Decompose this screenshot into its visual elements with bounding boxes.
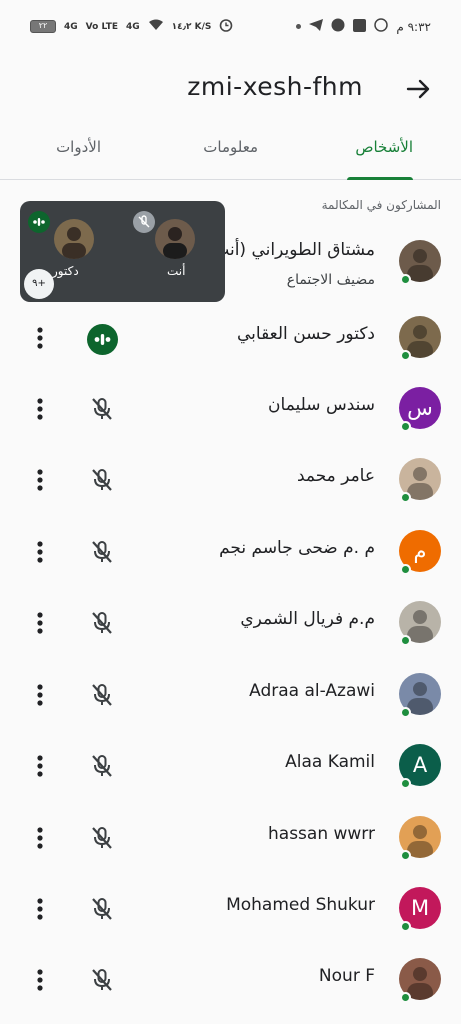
mic-off-icon [88,824,116,852]
participant-name: Nour F [318,966,375,986]
online-status-icon [400,992,411,1003]
more-options-icon[interactable] [34,824,46,852]
participant-name: سندس سليمان [268,395,375,415]
self-tile-label: أنت [167,264,186,278]
participant-name: م .م ضحى جاسم نجم [219,538,375,558]
tab-people[interactable]: الأشخاص [355,138,413,156]
volte-indicator: Vo LTE [85,21,118,32]
online-status-icon [400,350,411,361]
wifi-icon [148,19,164,34]
tab-bar: الأشخاص معلومات الأدوات [0,128,461,180]
more-options-icon[interactable] [34,895,46,923]
participant-name: Adraa al-Azawi [249,681,375,701]
whatsapp-icon [374,18,389,35]
mic-off-icon [88,609,116,637]
app-icon [331,18,345,35]
online-status-icon [400,274,411,285]
mic-off-icon [88,966,116,994]
network-4g-indicator-2: 4G [125,21,140,32]
participant-row[interactable]: Nour F [0,946,461,1018]
more-options-icon[interactable] [34,466,46,494]
participant-name: دكتور حسن العقابي [237,324,375,344]
more-options-icon[interactable] [34,538,46,566]
participant-name: Mohamed Shukur [226,895,375,915]
tab-info[interactable]: معلومات [203,138,258,156]
mic-off-icon [88,538,116,566]
mic-off-icon [88,395,116,423]
more-options-icon[interactable] [34,324,46,352]
network-4g-indicator: 4G [64,21,78,32]
participant-row[interactable]: Adraa al-Azawi [0,661,461,733]
online-status-icon [400,850,411,861]
online-status-icon [400,421,411,432]
floating-call-preview[interactable]: أنت دكتور ٩+ [20,201,225,302]
alarm-icon [219,18,233,35]
more-options-icon[interactable] [34,752,46,780]
active-tab-indicator [347,177,413,180]
online-status-icon [400,635,411,646]
header: zmi-xesh-fhm [0,60,461,116]
more-participants-badge: ٩+ [24,269,54,299]
status-bar: ٢٢ 4G Vo LTE 4G ١٤٫٢ K/S ٩:٣٢ م [0,0,461,50]
back-arrow-icon[interactable] [403,74,433,104]
participant-row[interactable]: hassan wwrr [0,804,461,876]
meeting-code-title: zmi-xesh-fhm [187,72,363,101]
mic-off-icon [88,895,116,923]
other-participant-tile [54,219,94,259]
facebook-icon [353,18,367,35]
mic-off-icon [88,466,116,494]
more-options-icon[interactable] [34,966,46,994]
telegram-icon [309,19,324,34]
more-options-icon[interactable] [34,609,46,637]
mic-off-icon [88,752,116,780]
participant-name: عامر محمد [296,466,375,486]
online-status-icon [400,921,411,932]
more-options-icon[interactable] [34,395,46,423]
online-status-icon [400,564,411,575]
self-muted-icon [133,211,155,233]
participant-row[interactable]: A Alaa Kamil [0,732,461,804]
participant-name: Alaa Kamil [285,752,375,772]
participant-row[interactable]: M Mohamed Shukur [0,875,461,947]
participant-row[interactable]: دكتور حسن العقابي [0,304,461,376]
participant-role: مضيف الاجتماع [286,272,375,288]
self-tile [155,219,195,259]
network-speed: ١٤٫٢ K/S [171,21,212,32]
participant-row[interactable]: عامر محمد [0,446,461,518]
participant-name: مشتاق الطويراني (أنت) [206,240,375,260]
participant-row[interactable]: مم .م ضحى جاسم نجم [0,518,461,590]
participant-row[interactable]: م.م فريال الشمري [0,589,461,661]
speaking-indicator-icon [28,211,50,233]
more-options-icon[interactable] [34,681,46,709]
notification-dot-icon [296,24,302,29]
mic-off-icon [88,681,116,709]
participant-row[interactable]: س سندس سليمان [0,375,461,447]
participant-name: م.م فريال الشمري [240,609,375,629]
online-status-icon [400,707,411,718]
participant-name: hassan wwrr [268,824,375,844]
battery-icon: ٢٢ [30,20,56,33]
tab-tools[interactable]: الأدوات [56,138,101,156]
section-label: المشاركون في المكالمة [321,198,441,212]
other-tile-label: دكتور [52,264,79,278]
online-status-icon [400,778,411,789]
speaking-indicator-icon [87,324,118,355]
clock: ٩:٣٢ م [396,19,431,34]
online-status-icon [400,492,411,503]
